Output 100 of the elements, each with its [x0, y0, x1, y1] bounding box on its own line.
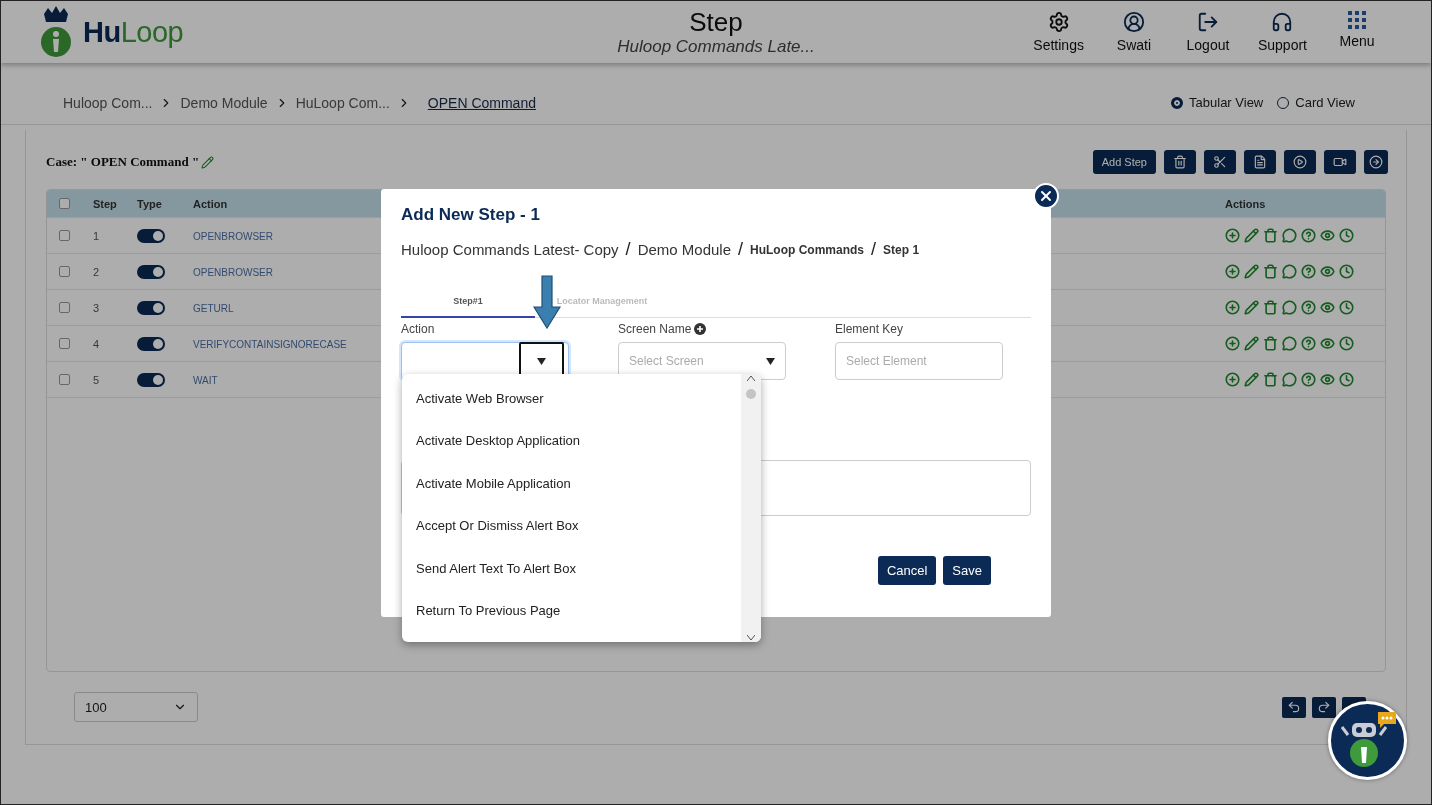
help-icon[interactable]	[1301, 264, 1316, 279]
clock-icon[interactable]	[1339, 336, 1354, 351]
caret-icon	[766, 357, 775, 365]
undo-button[interactable]	[1282, 696, 1306, 718]
view-icon[interactable]	[1320, 372, 1335, 387]
scroll-down-icon[interactable]	[747, 635, 755, 640]
help-icon[interactable]	[1301, 336, 1316, 351]
path-item: Step 1	[883, 242, 920, 257]
dropdown-option[interactable]: Return To Previous Page	[402, 589, 741, 632]
column-header: Type	[137, 197, 163, 210]
add-icon[interactable]	[694, 323, 707, 335]
checkbox[interactable]	[59, 230, 70, 241]
logout-icon	[1196, 11, 1219, 33]
save-button[interactable]: Save	[943, 556, 991, 585]
breadcrumb-link[interactable]: OPEN Command	[427, 94, 536, 111]
dropdown-option[interactable]: Activate Web Browser	[402, 377, 741, 420]
dialog-title: Add New Step - 1	[401, 205, 541, 225]
record-button[interactable]	[1324, 150, 1356, 174]
comment-icon[interactable]	[1282, 336, 1297, 351]
trash-icon	[1173, 155, 1187, 169]
table-cell: WAIT	[193, 374, 218, 386]
play-button[interactable]	[1284, 150, 1316, 174]
toggle-switch[interactable]	[137, 372, 165, 387]
toggle-switch[interactable]	[137, 336, 165, 351]
comment-icon[interactable]	[1282, 228, 1297, 243]
dropdown-option[interactable]: Accept Or Dismiss Alert Box	[402, 504, 741, 547]
view-icon[interactable]	[1320, 264, 1335, 279]
clock-icon[interactable]	[1339, 372, 1354, 387]
edit-icon[interactable]	[1244, 336, 1259, 351]
toggle-switch[interactable]	[137, 228, 165, 243]
comment-icon[interactable]	[1282, 300, 1297, 315]
scroll-thumb[interactable]	[746, 389, 756, 399]
toggle-switch[interactable]	[137, 264, 165, 279]
breadcrumb-link[interactable]: Demo Module	[180, 94, 268, 111]
nav-item[interactable]: Swati	[1109, 11, 1158, 53]
comment-icon[interactable]	[1282, 372, 1297, 387]
nav-item[interactable]: Support	[1257, 11, 1307, 53]
view-radio[interactable]: Tabular View	[1171, 95, 1264, 110]
clock-icon[interactable]	[1339, 300, 1354, 315]
breadcrumb-link[interactable]: HuLoop Com...	[295, 94, 390, 111]
scissors-icon	[1213, 155, 1227, 169]
table-cell-text: 4	[93, 337, 101, 350]
edit-icon[interactable]	[1244, 372, 1259, 387]
copy-button[interactable]	[1244, 150, 1276, 174]
play-icon	[1293, 155, 1307, 169]
field-label: Screen Name	[618, 322, 692, 336]
delete-icon[interactable]	[1263, 336, 1278, 351]
checkbox[interactable]	[59, 302, 70, 313]
edit-icon[interactable]	[1244, 264, 1259, 279]
user-icon	[1122, 11, 1145, 33]
headphones-icon	[1271, 11, 1294, 33]
checkbox[interactable]	[59, 198, 70, 209]
nav-item[interactable]: Logout	[1183, 11, 1232, 53]
edit-icon[interactable]	[1244, 300, 1259, 315]
cut-button[interactable]	[1204, 150, 1236, 174]
clock-icon[interactable]	[1339, 264, 1354, 279]
breadcrumb-link[interactable]: Huloop Com...	[63, 94, 153, 111]
path-separator: /	[738, 239, 744, 260]
checkbox[interactable]	[59, 338, 70, 349]
column-header: Actions	[1225, 197, 1267, 210]
table-cell-text: 2	[93, 265, 101, 278]
dialog-tab[interactable]: Step#1	[401, 286, 535, 318]
scroll-up-icon[interactable]	[747, 376, 755, 381]
cancel-button[interactable]: Cancel	[877, 556, 937, 585]
dropdown-option[interactable]: Send Alert Text To Alert Box	[402, 547, 741, 590]
help-icon[interactable]	[1301, 228, 1316, 243]
delete-icon[interactable]	[1263, 300, 1278, 315]
path-item: HuLoop Commands	[750, 242, 865, 257]
arrow-right-icon	[1369, 155, 1383, 169]
clock-icon[interactable]	[1339, 228, 1354, 243]
view-icon[interactable]	[1320, 228, 1335, 243]
comment-icon[interactable]	[1282, 264, 1297, 279]
add-step-button[interactable]: Add Step	[1092, 150, 1156, 174]
scrollbar[interactable]	[741, 374, 761, 642]
edit-icon[interactable]	[1244, 228, 1259, 243]
nav-item[interactable]: Menu	[1333, 11, 1381, 53]
close-button[interactable]	[1033, 183, 1059, 209]
page-size-select[interactable]: 100	[74, 692, 198, 722]
help-icon[interactable]	[1301, 372, 1316, 387]
view-icon[interactable]	[1320, 336, 1335, 351]
next-button[interactable]	[1364, 150, 1388, 174]
view-radio[interactable]: Card View	[1277, 95, 1355, 110]
delete-icon[interactable]	[1263, 228, 1278, 243]
edit-icon	[201, 155, 215, 169]
redo-button[interactable]	[1312, 696, 1336, 718]
delete-button[interactable]	[1164, 150, 1196, 174]
help-icon[interactable]	[1301, 300, 1316, 315]
video-icon	[1333, 155, 1347, 169]
table-cell: OPENBROWSER	[193, 230, 273, 242]
delete-icon[interactable]	[1263, 372, 1278, 387]
checkbox[interactable]	[59, 374, 70, 385]
checkbox[interactable]	[59, 266, 70, 277]
table-cell: VERIFYCONTAINSIGNORECASE	[193, 338, 347, 350]
dropdown-option[interactable]: Activate Desktop Application	[402, 419, 741, 462]
dropdown-option[interactable]: Activate Mobile Application	[402, 462, 741, 505]
delete-icon[interactable]	[1263, 264, 1278, 279]
toggle-switch[interactable]	[137, 300, 165, 315]
view-icon[interactable]	[1320, 300, 1335, 315]
chatbot-button[interactable]	[1328, 701, 1407, 780]
nav-item[interactable]: Settings	[1033, 11, 1084, 53]
